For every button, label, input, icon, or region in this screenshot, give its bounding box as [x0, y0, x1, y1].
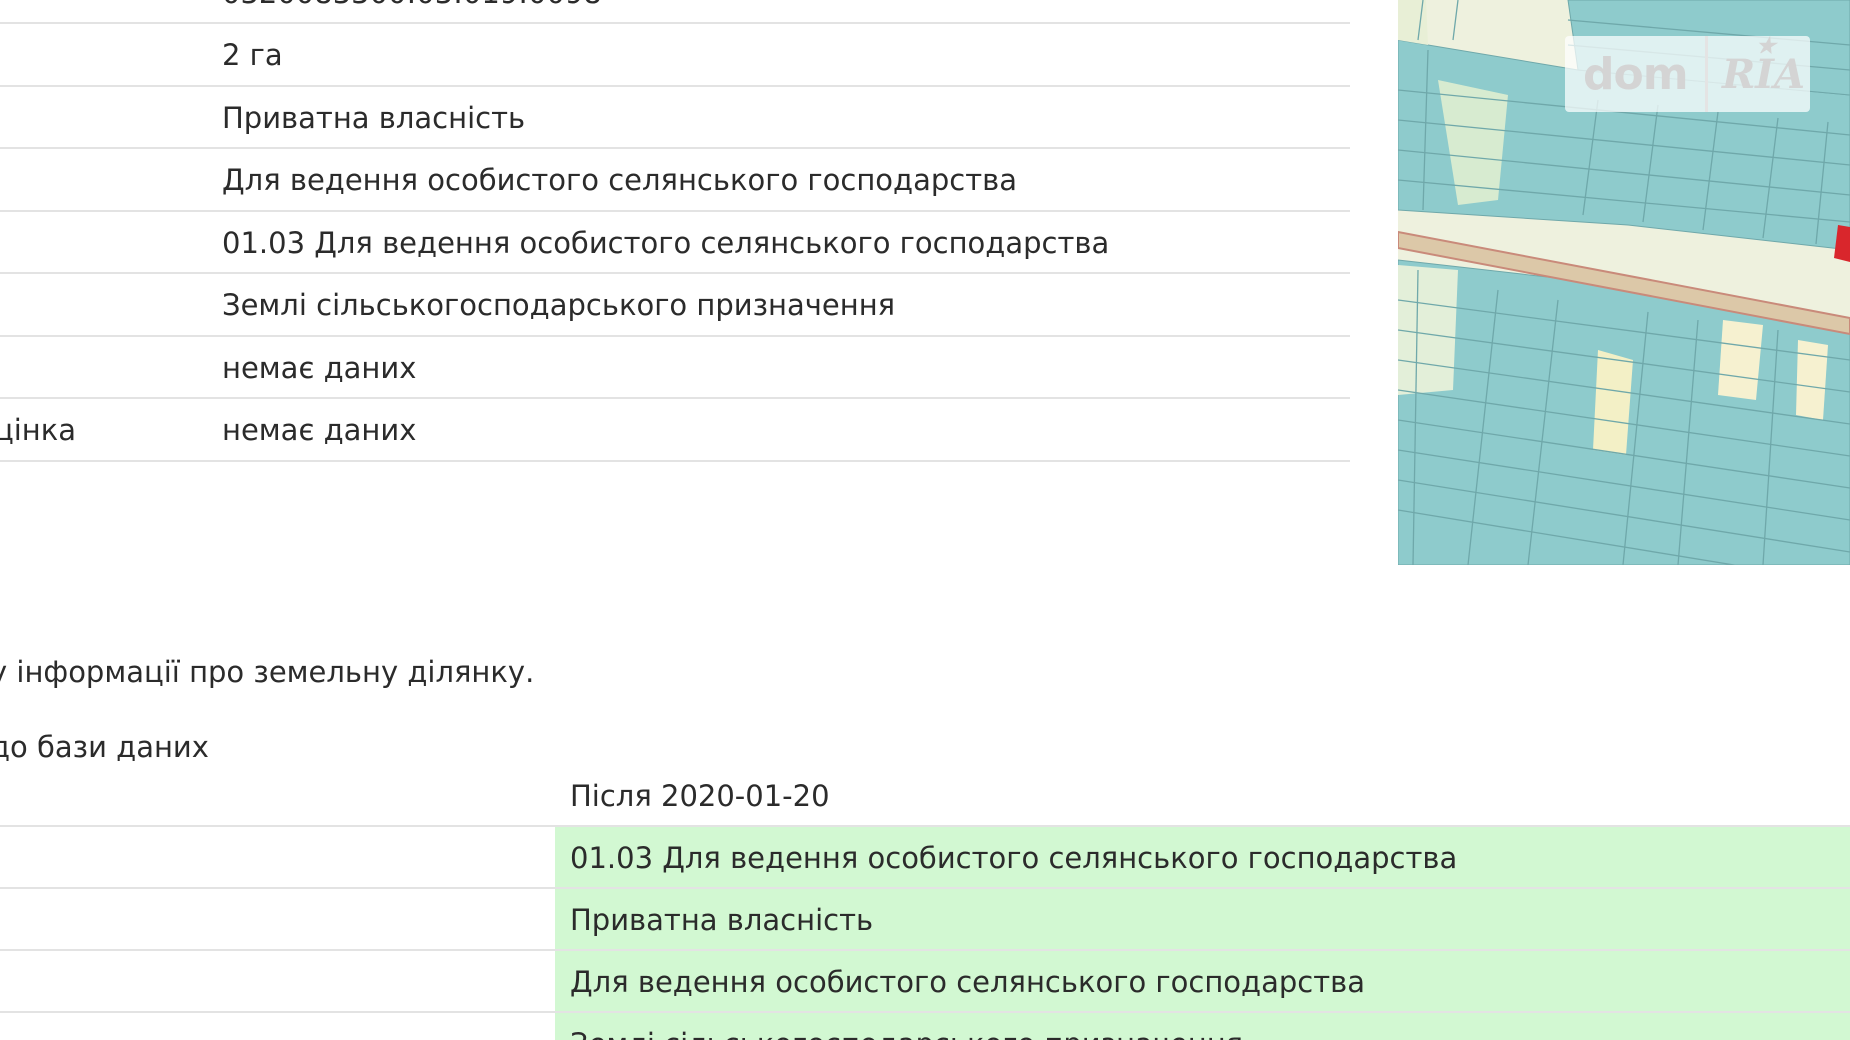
- database-note: до бази даних: [0, 730, 209, 764]
- purpose-value: Для ведення особистого селянського госпо…: [222, 163, 1017, 197]
- after-value-cell: Приватна власність: [555, 889, 1850, 949]
- page: 0320083300:03:019:0098 2 га Приватна вла…: [0, 0, 1850, 1040]
- info-row-unknown: немає даних: [0, 337, 1350, 399]
- area-value: 2 га: [222, 38, 283, 72]
- info-row-cadastral: 0320083300:03:019:0098: [0, 0, 1350, 24]
- cadastral-number-value: 0320083300:03:019:0098: [222, 0, 602, 25]
- info-row-land-category: Землі сільськогосподарського призначення: [0, 274, 1350, 337]
- info-row-ownership: Приватна власність: [0, 87, 1350, 149]
- table-row: Землі сільськогосподарського призначення: [0, 1013, 1850, 1040]
- change-history-table: Після 2020-01-20 01.03 Для ведення особи…: [0, 765, 1850, 1040]
- parcel-info-table: 0320083300:03:019:0098 2 га Приватна вла…: [0, 0, 1350, 462]
- domria-watermark: dom ★ RIA: [1565, 33, 1810, 112]
- watermark-ria-text: ★ RIA: [1708, 33, 1805, 98]
- table-row: Приватна власність: [0, 889, 1850, 951]
- after-value-cell: Землі сільськогосподарського призначення: [555, 1013, 1850, 1040]
- info-row-purpose-code: 01.03 Для ведення особистого селянського…: [0, 212, 1350, 274]
- after-value-cell: Для ведення особистого селянського госпо…: [555, 951, 1850, 1011]
- land-category-value: Землі сільськогосподарського призначення: [222, 288, 896, 322]
- change-table-header: Після 2020-01-20: [0, 765, 1850, 827]
- valuation-value: немає даних: [222, 413, 417, 447]
- after-value-cell: 01.03 Для ведення особистого селянського…: [555, 827, 1850, 887]
- info-row-purpose: Для ведення особистого селянського госпо…: [0, 149, 1350, 212]
- watermark-dom-text: dom: [1583, 48, 1689, 100]
- table-row: Для ведення особистого селянського госпо…: [0, 951, 1850, 1013]
- after-date-header: Після 2020-01-20: [570, 779, 830, 813]
- no-data-value: немає даних: [222, 350, 417, 385]
- info-row-valuation: цінка немає даних: [0, 399, 1350, 462]
- ownership-value: Приватна власність: [222, 100, 526, 135]
- star-icon: ★: [1756, 32, 1776, 59]
- purpose-code-value: 01.03 Для ведення особистого селянського…: [222, 225, 1110, 260]
- table-row: 01.03 Для ведення особистого селянського…: [0, 827, 1850, 889]
- info-note: у інформації про земельну ділянку.: [0, 655, 535, 689]
- valuation-label: цінка: [0, 413, 77, 447]
- info-row-area: 2 га: [0, 24, 1350, 87]
